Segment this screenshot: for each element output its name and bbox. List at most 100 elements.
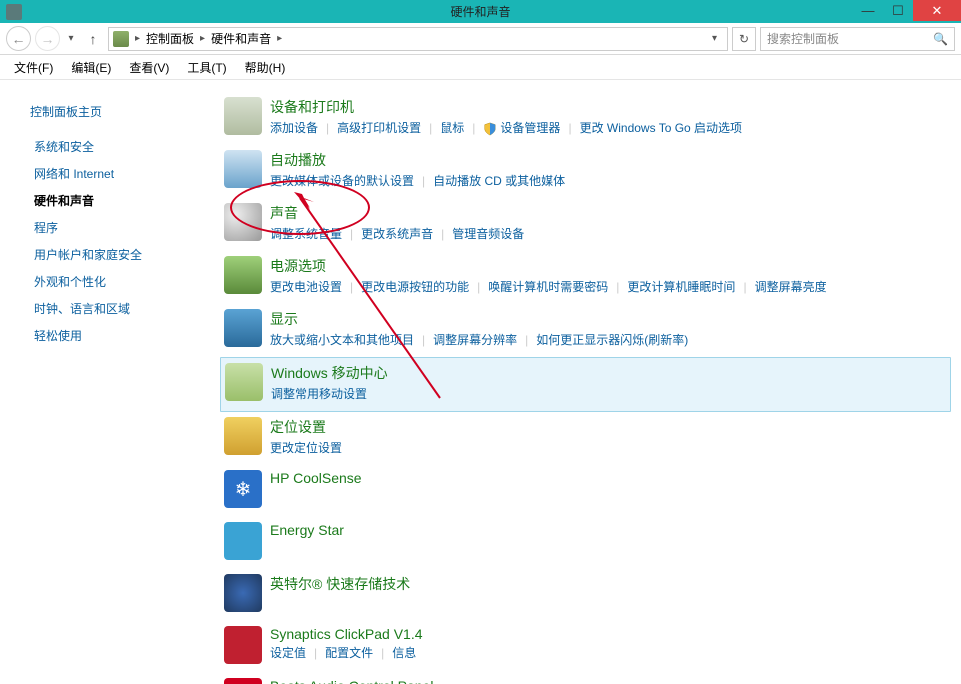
category-link[interactable]: 更改媒体或设备的默认设置	[270, 172, 414, 189]
minimize-button[interactable]: —	[853, 0, 883, 21]
category-icon[interactable]	[224, 626, 262, 664]
window-controls: — ☐ ✕	[853, 0, 961, 21]
category-icon[interactable]	[224, 97, 262, 135]
category-link[interactable]: 鼠标	[440, 119, 464, 136]
category-title[interactable]: 电源选项	[270, 256, 947, 276]
category-link[interactable]: 配置文件	[325, 644, 373, 661]
category-title[interactable]: HP CoolSense	[270, 470, 947, 486]
close-button[interactable]: ✕	[913, 0, 961, 21]
sidebar-item[interactable]: 轻松使用	[34, 322, 200, 349]
category-link[interactable]: 更改定位设置	[270, 439, 342, 456]
category-link[interactable]: 更改计算机睡眠时间	[627, 278, 735, 295]
sidebar-item[interactable]: 硬件和声音	[34, 187, 200, 214]
category-link[interactable]: 唤醒计算机时需要密码	[488, 278, 608, 295]
category-link[interactable]: 放大或缩小文本和其他项目	[270, 331, 414, 348]
sidebar-item[interactable]: 程序	[34, 214, 200, 241]
history-dropdown[interactable]: ▾	[64, 33, 78, 44]
category-icon[interactable]	[224, 417, 262, 455]
link-separator: |	[414, 174, 433, 188]
category-link[interactable]: 更改电源按钮的功能	[361, 278, 469, 295]
category-link[interactable]: 调整屏幕分辨率	[433, 331, 517, 348]
category-title[interactable]: 英特尔® 快速存储技术	[270, 574, 947, 594]
link-separator: |	[464, 121, 483, 135]
address-dropdown[interactable]: ▾	[706, 33, 723, 44]
category-row: 声音调整系统音量|更改系统声音|管理音频设备	[220, 198, 951, 251]
search-icon: 🔍	[933, 32, 948, 46]
sidebar-item[interactable]: 时钟、语言和区域	[34, 295, 200, 322]
shield-icon	[483, 122, 497, 136]
category-icon[interactable]: ❄	[224, 470, 262, 508]
forward-button[interactable]: →	[35, 26, 60, 51]
link-separator: |	[318, 121, 337, 135]
search-input[interactable]: 搜索控制面板 🔍	[760, 27, 955, 51]
control-panel-icon	[113, 31, 129, 47]
sidebar: 控制面板主页 系统和安全网络和 Internet硬件和声音程序用户帐户和家庭安全…	[0, 80, 210, 684]
breadcrumb-sep[interactable]: ▸	[198, 33, 207, 44]
category-link[interactable]: 调整屏幕亮度	[755, 278, 827, 295]
category-link[interactable]: 如何更正显示器闪烁(刷新率)	[536, 331, 688, 348]
link-separator: |	[735, 280, 754, 294]
sidebar-item[interactable]: 外观和个性化	[34, 268, 200, 295]
category-link[interactable]: 高级打印机设置	[337, 119, 421, 136]
breadcrumb-control-panel[interactable]: 控制面板	[146, 30, 194, 47]
sidebar-item[interactable]: 系统和安全	[34, 133, 200, 160]
maximize-button[interactable]: ☐	[883, 0, 913, 21]
category-link[interactable]: 管理音频设备	[452, 225, 524, 242]
category-title[interactable]: 显示	[270, 309, 947, 329]
refresh-button[interactable]: ↻	[732, 27, 756, 51]
category-link[interactable]: 设定值	[270, 644, 306, 661]
category-link[interactable]: 信息	[392, 644, 416, 661]
breadcrumb-hardware-sound[interactable]: 硬件和声音	[211, 30, 271, 47]
category-icon[interactable]	[224, 574, 262, 612]
category-icon[interactable]	[224, 522, 262, 560]
window-title: 硬件和声音	[450, 3, 510, 20]
system-menu-icon[interactable]	[6, 4, 22, 20]
category-link[interactable]: 调整系统音量	[270, 225, 342, 242]
back-button[interactable]: ←	[6, 26, 31, 51]
sidebar-item[interactable]: 网络和 Internet	[34, 160, 200, 187]
link-separator: |	[306, 646, 325, 660]
category-link[interactable]: 调整常用移动设置	[271, 385, 367, 402]
category-link[interactable]: 自动播放 CD 或其他媒体	[433, 172, 565, 189]
sidebar-item[interactable]: 用户帐户和家庭安全	[34, 241, 200, 268]
category-icon[interactable]	[224, 150, 262, 188]
category-icon[interactable]	[224, 309, 262, 347]
category-title[interactable]: Synaptics ClickPad V1.4	[270, 626, 947, 642]
category-title[interactable]: 自动播放	[270, 150, 947, 170]
category-link[interactable]: 更改电池设置	[270, 278, 342, 295]
category-link[interactable]: 添加设备	[270, 119, 318, 136]
up-button[interactable]: ↑	[82, 28, 104, 50]
link-separator: |	[342, 227, 361, 241]
category-icon[interactable]	[224, 256, 262, 294]
category-icon[interactable]: b	[224, 678, 262, 684]
menu-view[interactable]: 查看(V)	[121, 56, 177, 79]
breadcrumb-sep[interactable]: ▸	[133, 33, 142, 44]
link-separator: |	[433, 227, 452, 241]
category-icon[interactable]	[225, 363, 263, 401]
category-link[interactable]: 更改 Windows To Go 启动选项	[580, 119, 742, 136]
category-title[interactable]: 定位设置	[270, 417, 947, 437]
navigation-bar: ← → ▾ ↑ ▸ 控制面板 ▸ 硬件和声音 ▸ ▾ ↻ 搜索控制面板 🔍	[0, 23, 961, 55]
title-bar: 硬件和声音 — ☐ ✕	[0, 0, 961, 23]
category-title[interactable]: 声音	[270, 203, 947, 223]
sidebar-home[interactable]: 控制面板主页	[30, 98, 200, 125]
link-separator: |	[560, 121, 579, 135]
link-separator: |	[414, 333, 433, 347]
category-icon[interactable]	[224, 203, 262, 241]
category-title[interactable]: Energy Star	[270, 522, 947, 538]
menu-file[interactable]: 文件(F)	[6, 56, 61, 79]
breadcrumb-sep[interactable]: ▸	[275, 33, 284, 44]
category-title[interactable]: 设备和打印机	[270, 97, 947, 117]
menu-edit[interactable]: 编辑(E)	[63, 56, 119, 79]
menu-tools[interactable]: 工具(T)	[179, 56, 234, 79]
category-link[interactable]: 设备管理器	[483, 119, 560, 136]
category-row: 电源选项更改电池设置|更改电源按钮的功能|唤醒计算机时需要密码|更改计算机睡眠时…	[220, 251, 951, 304]
category-title[interactable]: Windows 移动中心	[271, 363, 946, 383]
address-bar[interactable]: ▸ 控制面板 ▸ 硬件和声音 ▸ ▾	[108, 27, 728, 51]
category-link[interactable]: 更改系统声音	[361, 225, 433, 242]
link-separator: |	[608, 280, 627, 294]
category-title[interactable]: Beats Audio Control Panel	[270, 678, 947, 684]
category-row: Windows 移动中心调整常用移动设置	[220, 357, 951, 412]
menu-help[interactable]: 帮助(H)	[237, 56, 294, 79]
link-separator: |	[373, 646, 392, 660]
